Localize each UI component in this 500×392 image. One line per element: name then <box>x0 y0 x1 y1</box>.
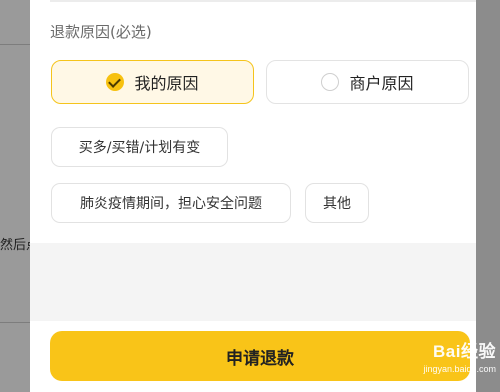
sub-reason-chip[interactable]: 肺炎疫情期间，担心安全问题 <box>51 183 291 223</box>
reason-option-merchant[interactable]: 商户原因 <box>266 60 469 104</box>
watermark-logo-text: Bai经验 <box>433 342 496 361</box>
reason-option-label: 商户原因 <box>349 74 414 93</box>
baidu-watermark: Bai经验 jingyan.baidu.com <box>423 337 496 374</box>
background-divider <box>0 322 30 323</box>
sub-reason-chip[interactable]: 其他 <box>305 183 369 223</box>
radio-checked-icon <box>106 73 125 91</box>
radio-unchecked-icon <box>321 73 340 91</box>
sub-reason-chip[interactable]: 买多/买错/计划有变 <box>51 127 228 167</box>
spacer-band <box>30 243 476 321</box>
refund-reason-title: 退款原因(必选) <box>50 23 152 41</box>
background-page <box>0 0 30 392</box>
watermark-url: jingyan.baidu.com <box>423 364 496 374</box>
reason-option-label: 我的原因 <box>134 74 199 93</box>
background-right-edge <box>476 0 500 392</box>
background-divider <box>0 44 30 45</box>
background-partial-text: 然后点 <box>0 238 30 253</box>
sheet-divider <box>50 0 476 2</box>
apply-refund-button[interactable]: 申请退款 <box>50 331 470 381</box>
reason-option-own[interactable]: 我的原因 <box>51 60 254 104</box>
refund-sheet: 退款原因(必选) 我的原因 商户原因 买多/买错/计划有变 肺炎疫情期间，担心安… <box>30 0 476 392</box>
